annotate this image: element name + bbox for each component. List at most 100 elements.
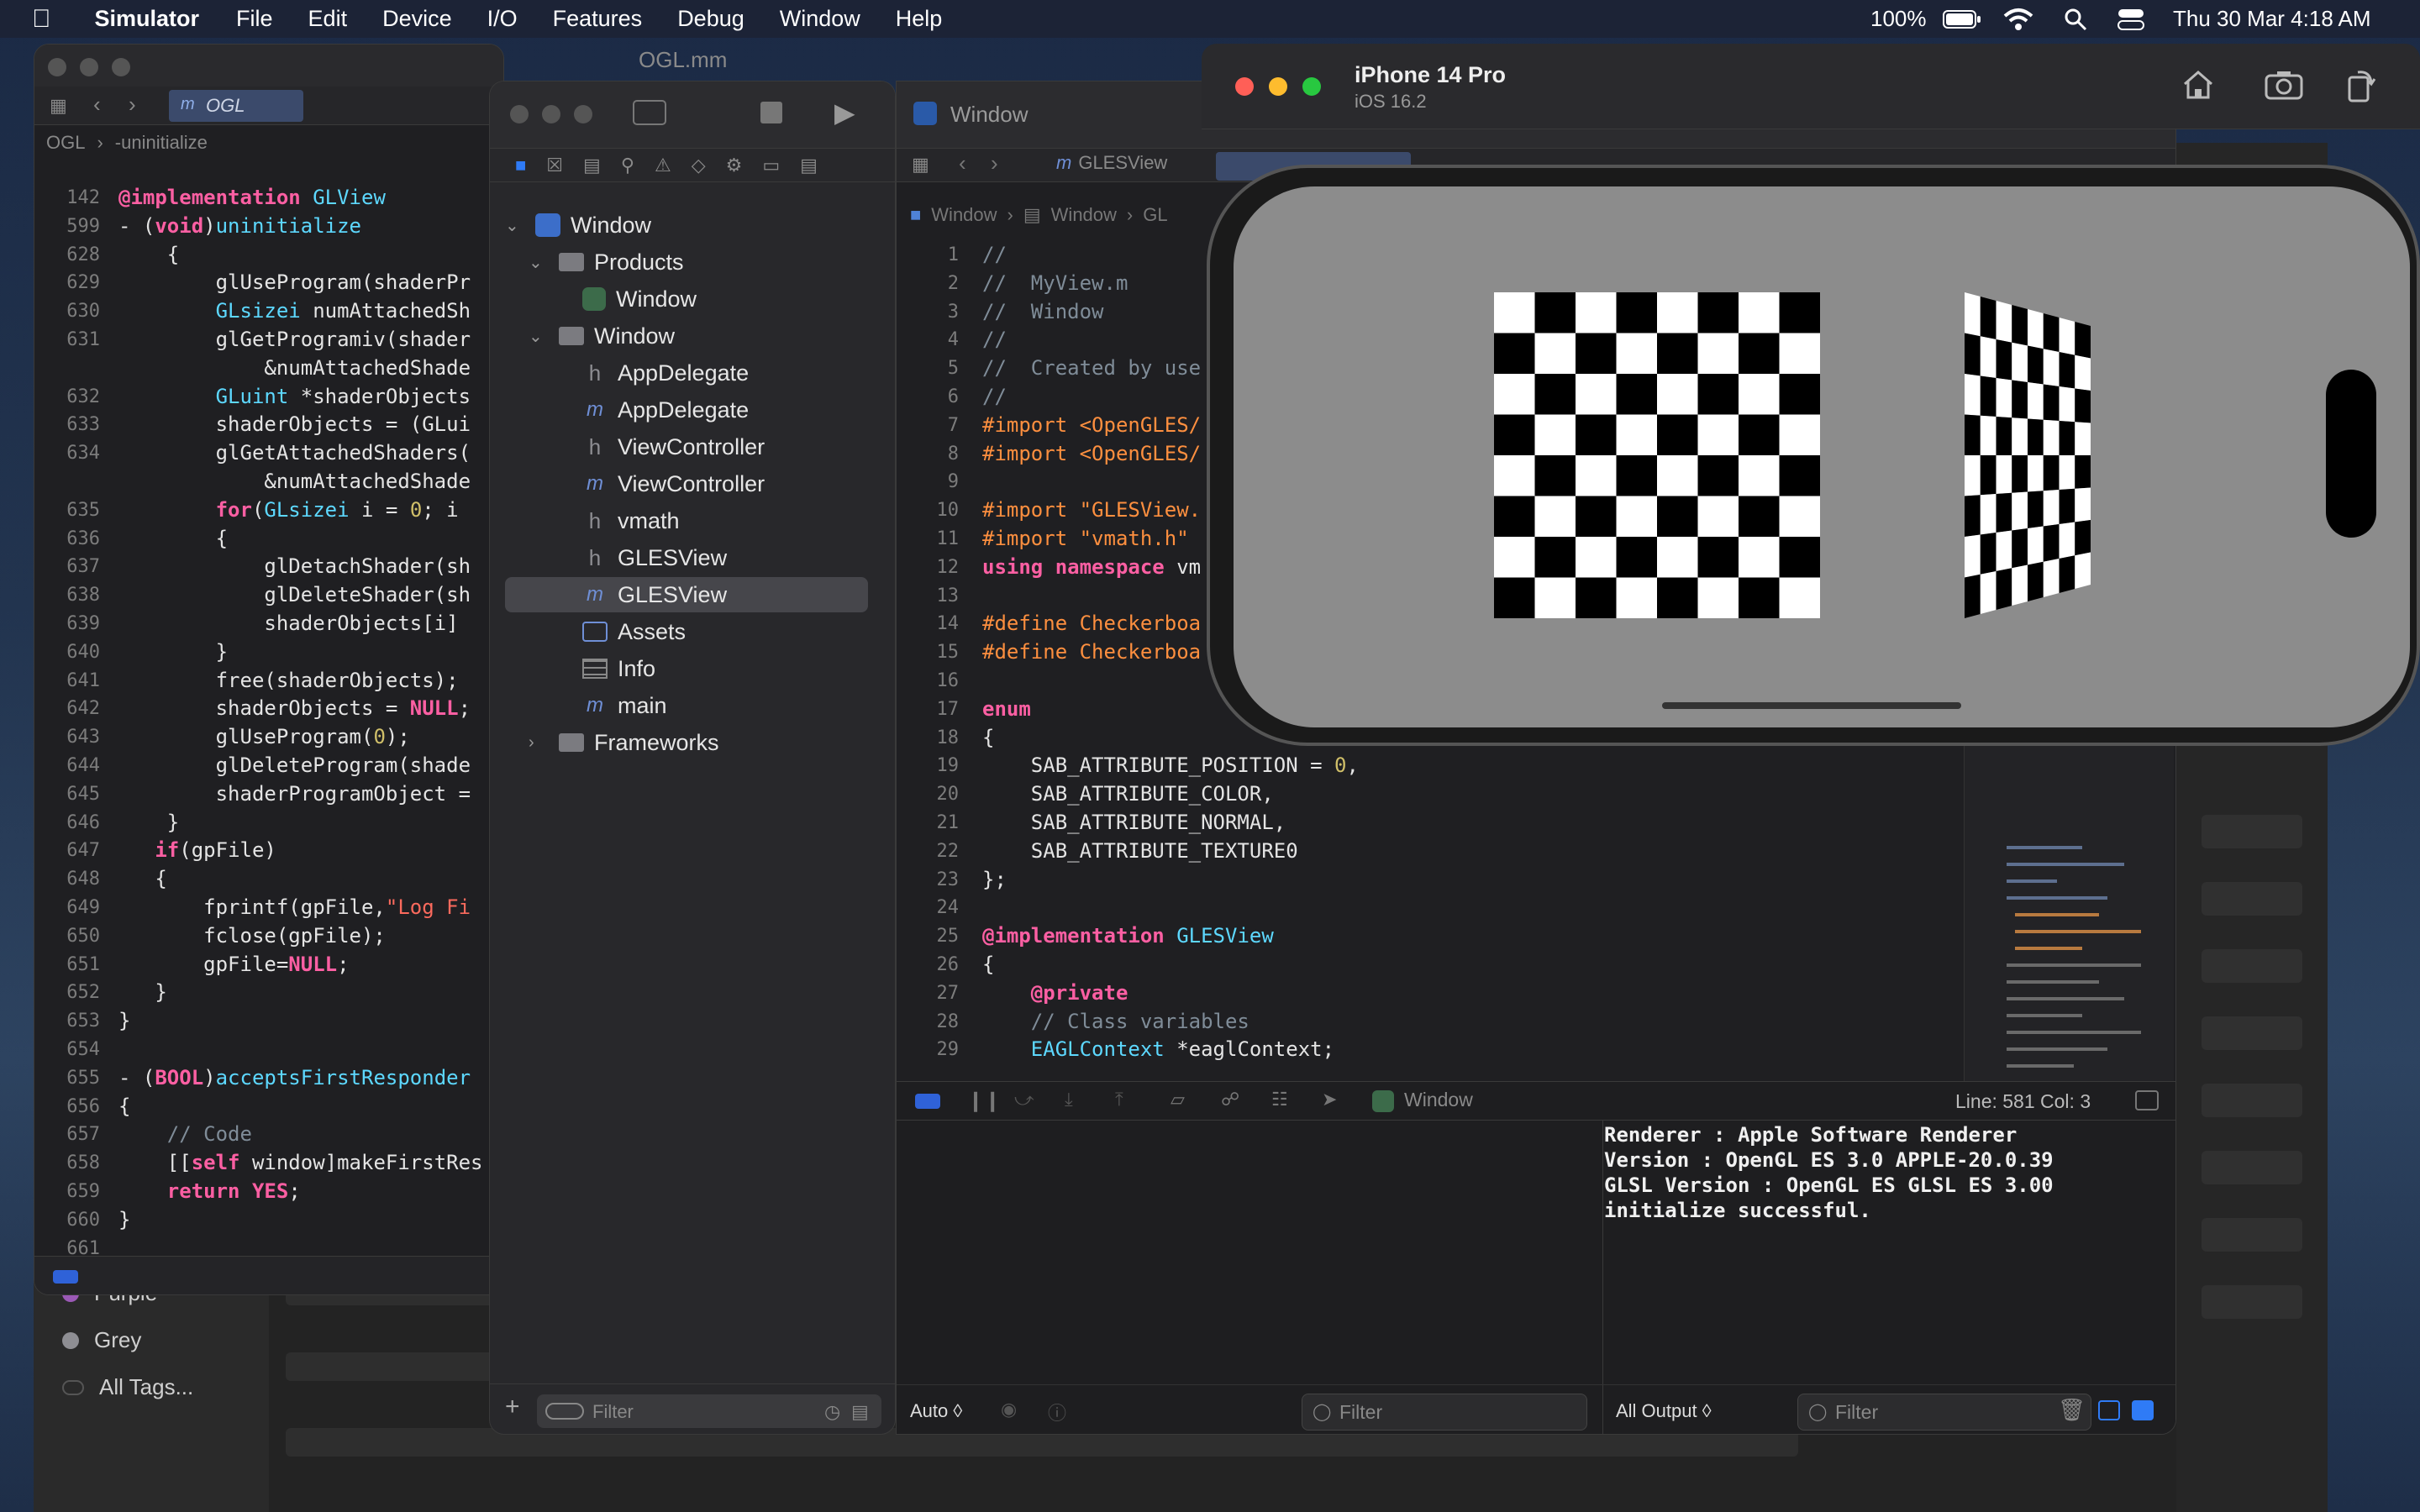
zoom-button[interactable] bbox=[112, 58, 130, 76]
grid-icon[interactable]: ▦ bbox=[50, 95, 67, 117]
code-line[interactable]: shaderObjects = (GLui bbox=[118, 412, 471, 436]
code-line[interactable]: } bbox=[118, 980, 166, 1004]
clock[interactable]: Thu 30 Mar 4:18 AM bbox=[2173, 0, 2371, 38]
code-line[interactable]: fclose(gpFile); bbox=[118, 924, 386, 948]
eye-icon[interactable]: ◉ bbox=[1001, 1399, 1017, 1420]
navigator-item[interactable]: h AppDelegate bbox=[552, 355, 749, 391]
menu-edit[interactable]: Edit bbox=[308, 6, 348, 32]
code-line[interactable]: // bbox=[982, 328, 1007, 351]
code-line[interactable]: { bbox=[982, 726, 994, 749]
menu-io[interactable]: I/O bbox=[487, 6, 518, 32]
report-icon[interactable]: ▤ bbox=[800, 155, 818, 176]
code-line[interactable]: glUseProgram(0); bbox=[118, 725, 410, 748]
navigator-item[interactable]: Assets bbox=[552, 614, 686, 649]
menu-help[interactable]: Help bbox=[896, 6, 943, 32]
tab-ogl[interactable]: m OGL bbox=[169, 90, 303, 122]
filter-options-icon[interactable] bbox=[545, 1403, 584, 1420]
code-line[interactable]: &numAttachedShade bbox=[118, 356, 471, 380]
info-icon[interactable]: ⓘ bbox=[1048, 1399, 1066, 1425]
step-over-icon[interactable]: ⤻ bbox=[1014, 1089, 1034, 1110]
code-line[interactable]: // Class variables bbox=[982, 1010, 1249, 1033]
code-line[interactable]: } bbox=[118, 640, 228, 664]
code-line[interactable]: @implementation GLESView bbox=[982, 924, 1274, 948]
code-line[interactable]: glDetachShader(sh bbox=[118, 554, 471, 578]
code-line[interactable]: #import <OpenGLES/ bbox=[982, 413, 1201, 437]
menu-file[interactable]: File bbox=[236, 6, 273, 32]
run-icon[interactable]: ▶ bbox=[834, 97, 855, 129]
code-line[interactable]: glGetProgramiv(shader bbox=[118, 328, 471, 351]
variables-scope-select[interactable]: Auto ◊ bbox=[910, 1400, 962, 1422]
environment-icon[interactable]: ☷ bbox=[1271, 1089, 1288, 1110]
navigator-item[interactable]: m main bbox=[552, 688, 667, 723]
wifi-icon[interactable] bbox=[2003, 0, 2033, 38]
code-line[interactable]: { bbox=[118, 1095, 130, 1118]
code-line[interactable]: } bbox=[118, 1208, 130, 1231]
code-line[interactable]: @private bbox=[982, 981, 1128, 1005]
code-line[interactable]: GLsizei numAttachedSh bbox=[118, 299, 471, 323]
code-line[interactable]: glDeleteProgram(shade bbox=[118, 753, 471, 777]
code-line[interactable]: { bbox=[118, 527, 228, 550]
menu-app-name[interactable]: Simulator bbox=[95, 6, 200, 32]
sidebar-toggle-icon[interactable] bbox=[633, 100, 666, 125]
code-line[interactable]: gpFile=NULL; bbox=[118, 953, 349, 976]
zoom-button[interactable] bbox=[1302, 77, 1321, 96]
navigator-item[interactable]: ⌄ Window bbox=[505, 207, 651, 243]
code-line[interactable]: { bbox=[118, 867, 166, 890]
navigator-item[interactable]: h ViewController bbox=[552, 429, 765, 465]
test-icon[interactable]: ◇ bbox=[692, 155, 706, 176]
navigator-item[interactable]: › Frameworks bbox=[529, 725, 719, 760]
find-icon[interactable]: ⚲ bbox=[621, 155, 634, 176]
minimize-button[interactable] bbox=[1269, 77, 1287, 96]
control-center-icon[interactable] bbox=[2118, 0, 2144, 38]
navigator-item[interactable]: Window bbox=[552, 281, 697, 317]
code-line[interactable]: - (BOOL)acceptsFirstResponder bbox=[118, 1066, 471, 1089]
navigator-item[interactable]: Info bbox=[552, 651, 655, 686]
step-out-icon[interactable]: ⤒ bbox=[1115, 1089, 1123, 1110]
tab-glesview[interactable]: m GLESView bbox=[1056, 152, 1167, 174]
location-icon[interactable]: ➤ bbox=[1322, 1089, 1337, 1110]
back-arrow-icon[interactable]: ‹ bbox=[93, 92, 101, 118]
disclosure-chevron-icon[interactable]: ⌄ bbox=[505, 215, 525, 236]
code-line[interactable]: } bbox=[118, 811, 179, 834]
code-line[interactable]: glUseProgram(shaderPr bbox=[118, 270, 471, 294]
step-into-icon[interactable]: ⤓ bbox=[1065, 1089, 1073, 1110]
trash-icon[interactable]: 🗑 bbox=[2058, 1397, 2086, 1423]
code-line[interactable]: glDeleteShader(sh bbox=[118, 583, 471, 606]
code-line[interactable]: }; bbox=[982, 868, 1007, 891]
code-line[interactable]: #import "vmath.h" bbox=[982, 527, 1189, 550]
output-select[interactable]: All Output ◊ bbox=[1616, 1400, 1712, 1422]
memory-graph-icon[interactable]: ☍ bbox=[1221, 1089, 1239, 1110]
code-line[interactable]: // bbox=[982, 385, 1007, 408]
view-hierarchy-icon[interactable]: ▱ bbox=[1171, 1089, 1185, 1110]
forward-arrow-icon[interactable]: › bbox=[991, 150, 998, 176]
recent-icon[interactable]: ◷ bbox=[824, 1401, 840, 1423]
code-line[interactable]: #define Checkerboa bbox=[982, 612, 1201, 635]
battery-icon[interactable] bbox=[1943, 0, 1981, 38]
navigator-item[interactable]: ⌄ Window bbox=[529, 318, 675, 354]
code-line[interactable]: free(shaderObjects); bbox=[118, 669, 459, 692]
search-icon[interactable] bbox=[2064, 0, 2087, 38]
code-line[interactable]: - (void)uninitialize bbox=[118, 214, 361, 238]
navigator-filter-field[interactable]: Filter ◷ ▤ bbox=[537, 1394, 881, 1428]
show-console-icon[interactable] bbox=[2132, 1400, 2154, 1420]
code-line[interactable]: GLuint *shaderObjects bbox=[118, 385, 471, 408]
zoom-button[interactable] bbox=[574, 105, 592, 123]
console-filter-field[interactable]: ◯ Filter bbox=[1797, 1394, 2091, 1431]
debug-icon[interactable]: ⚙ bbox=[726, 155, 743, 176]
pause-icon[interactable]: ❙❙ bbox=[967, 1089, 1001, 1113]
code-line[interactable]: // MyView.m bbox=[982, 271, 1128, 295]
stop-icon[interactable] bbox=[760, 102, 782, 123]
breadcrumb-item[interactable]: GL bbox=[1143, 204, 1167, 226]
breakpoint-icon[interactable]: ▭ bbox=[762, 155, 780, 176]
source-control-icon[interactable]: ☒ bbox=[546, 155, 563, 176]
minimize-button[interactable] bbox=[80, 58, 98, 76]
show-variables-icon[interactable] bbox=[2098, 1400, 2120, 1420]
close-button[interactable] bbox=[510, 105, 529, 123]
scope-icon[interactable]: ▤ bbox=[851, 1401, 869, 1423]
forward-arrow-icon[interactable]: › bbox=[129, 92, 136, 118]
apple-icon[interactable]:  bbox=[32, 5, 51, 34]
back-arrow-icon[interactable]: ‹ bbox=[959, 150, 966, 176]
navigator-item[interactable]: m AppDelegate bbox=[552, 392, 749, 428]
code-line[interactable]: } bbox=[118, 1009, 130, 1032]
code-editor[interactable]: 142 @implementation GLView 599 - (void)unin… bbox=[34, 186, 503, 1259]
